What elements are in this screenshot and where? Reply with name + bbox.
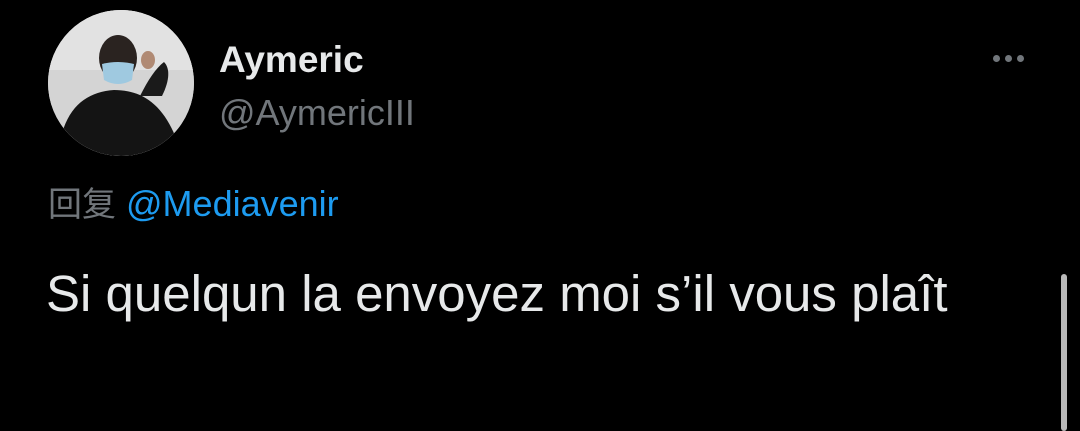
scrollbar-thumb[interactable]	[1061, 274, 1067, 431]
author-handle[interactable]: @AymericIII	[219, 92, 415, 134]
avatar[interactable]	[48, 10, 194, 156]
tweet: Aymeric @AymericIII 回复 @Mediavenir Si qu…	[0, 0, 1080, 431]
avatar-photo	[48, 10, 194, 156]
author-display-name[interactable]: Aymeric	[219, 38, 364, 82]
reply-mention-link[interactable]: @Mediavenir	[126, 183, 339, 224]
more-horizontal-icon	[1016, 54, 1024, 62]
more-options-button[interactable]	[982, 42, 1034, 74]
reply-context: 回复 @Mediavenir	[48, 182, 339, 227]
more-horizontal-icon	[992, 54, 1000, 62]
more-horizontal-icon	[1004, 54, 1012, 62]
tweet-text: Si quelqun la envoyez moi s’il vous plaî…	[46, 265, 948, 322]
reply-prefix: 回复	[48, 185, 116, 225]
